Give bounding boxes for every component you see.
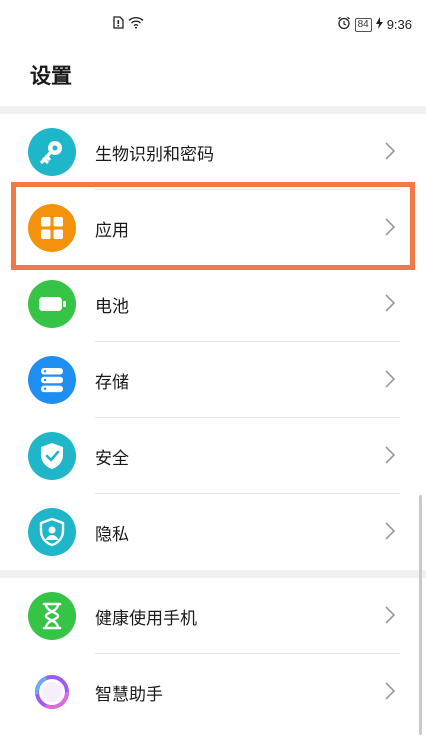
wifi-icon bbox=[128, 16, 144, 32]
alarm-icon bbox=[337, 16, 351, 33]
chevron-right-icon bbox=[380, 292, 400, 314]
charging-icon bbox=[375, 17, 383, 32]
settings-item-label: 智慧助手 bbox=[95, 685, 163, 705]
chevron-right-icon bbox=[380, 216, 400, 238]
page-title: 设置 bbox=[30, 64, 72, 88]
settings-item-biometrics[interactable]: 生物识别和密码 bbox=[0, 114, 426, 190]
status-time: 9:36 bbox=[386, 17, 412, 32]
settings-item-digital-balance[interactable]: 健康使用手机 bbox=[0, 578, 426, 654]
settings-item-label: 存储 bbox=[95, 373, 129, 393]
group-separator bbox=[0, 106, 426, 114]
hourglass-icon bbox=[28, 592, 76, 640]
settings-item-label: 安全 bbox=[95, 449, 129, 469]
scrollbar[interactable] bbox=[419, 495, 422, 735]
settings-item-label: 健康使用手机 bbox=[95, 609, 197, 629]
settings-item-label: 生物识别和密码 bbox=[95, 145, 214, 165]
status-left bbox=[113, 16, 144, 32]
settings-item-battery[interactable]: 电池 bbox=[0, 266, 426, 342]
shield-check-icon bbox=[28, 432, 76, 480]
battery-level: 84 bbox=[354, 17, 372, 32]
settings-item-label: 电池 bbox=[95, 297, 129, 317]
group-separator bbox=[0, 570, 426, 578]
apps-grid-icon bbox=[28, 204, 76, 252]
settings-item-storage[interactable]: 存储 bbox=[0, 342, 426, 418]
chevron-right-icon bbox=[380, 520, 400, 542]
sim-card-icon bbox=[113, 16, 124, 32]
chevron-right-icon bbox=[380, 604, 400, 626]
key-icon bbox=[28, 128, 76, 176]
chevron-right-icon bbox=[380, 368, 400, 390]
settings-item-smart-assistant[interactable]: 智慧助手 bbox=[0, 654, 426, 730]
status-right: 84 9:36 bbox=[337, 16, 412, 33]
chevron-right-icon bbox=[380, 140, 400, 162]
settings-item-label: 应用 bbox=[95, 221, 129, 241]
settings-item-privacy[interactable]: 隐私 bbox=[0, 494, 426, 570]
chevron-right-icon bbox=[380, 680, 400, 702]
settings-item-apps[interactable]: 应用 bbox=[0, 190, 426, 266]
settings-item-label: 隐私 bbox=[95, 525, 129, 545]
settings-item-security[interactable]: 安全 bbox=[0, 418, 426, 494]
assistant-icon bbox=[28, 668, 76, 716]
battery-icon bbox=[28, 280, 76, 328]
chevron-right-icon bbox=[380, 444, 400, 466]
privacy-icon bbox=[28, 508, 76, 556]
storage-icon bbox=[28, 356, 76, 404]
status-bar: 84 9:36 bbox=[0, 0, 426, 50]
